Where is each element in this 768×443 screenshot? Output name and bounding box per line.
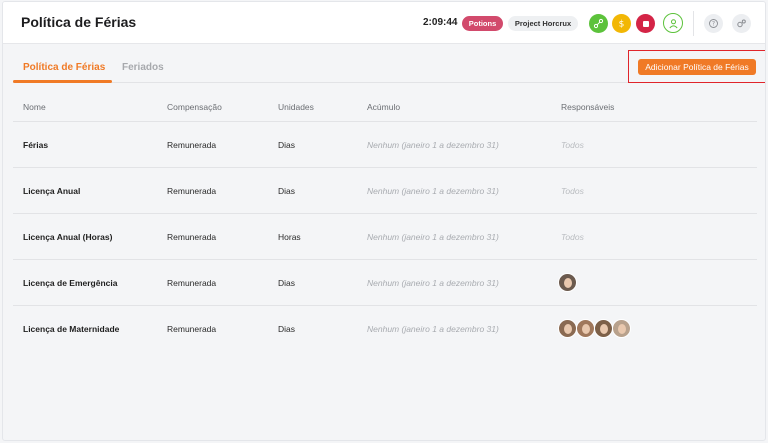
- avatar[interactable]: [558, 319, 577, 338]
- stop-icon[interactable]: [636, 14, 655, 33]
- tab-politica-de-ferias[interactable]: Política de Férias: [23, 62, 105, 73]
- table-header: Nome Compensação Unidades Acúmulo Respon…: [13, 90, 757, 122]
- row-units: Horas: [278, 232, 301, 242]
- row-compensation: Remunerada: [167, 140, 217, 150]
- row-accrual: Nenhum (janeiro 1 a dezembro 31): [367, 140, 499, 150]
- avatar[interactable]: [576, 319, 595, 338]
- avatar-face: [600, 324, 608, 334]
- header-unidades[interactable]: Unidades: [278, 102, 314, 112]
- avatar[interactable]: [558, 273, 577, 292]
- row-compensation: Remunerada: [167, 186, 217, 196]
- table-row[interactable]: Licença Anual (Horas) Remunerada Horas Nenh…: [13, 214, 757, 260]
- responsible-avatars: [558, 319, 631, 338]
- row-name[interactable]: Licença Anual (Horas): [23, 232, 112, 242]
- row-accrual: Nenhum (janeiro 1 a dezembro 31): [367, 186, 499, 196]
- responsible-avatars: [558, 273, 577, 292]
- table-body: Férias Remunerada Dias Nenhum (janeiro 1 a …: [13, 122, 757, 352]
- policy-table: Nome Compensação Unidades Acúmulo Respon…: [13, 90, 757, 352]
- row-responsible: Todos: [561, 232, 584, 242]
- tab-feriados[interactable]: Feriados: [122, 62, 164, 73]
- header-divider: [693, 11, 694, 36]
- row-name[interactable]: Férias: [23, 140, 48, 150]
- row-accrual: Nenhum (janeiro 1 a dezembro 31): [367, 232, 499, 242]
- project-icon[interactable]: [589, 14, 608, 33]
- svg-text:?: ?: [712, 21, 715, 28]
- row-compensation: Remunerada: [167, 324, 217, 334]
- app-window: Política de Férias 2:09:44 Potions Proje…: [2, 1, 766, 441]
- row-units: Dias: [278, 186, 296, 196]
- user-icon[interactable]: [663, 13, 683, 33]
- top-bar: Política de Férias 2:09:44 Potions Proje…: [3, 2, 765, 44]
- settings-icon[interactable]: [732, 14, 751, 33]
- avatar-face: [564, 278, 572, 288]
- avatar-face: [564, 324, 572, 334]
- table-row[interactable]: Licença de Emergência Remunerada Dias Nenhu…: [13, 260, 757, 306]
- table-row[interactable]: Licença de Maternidade Remunerada Dias Nenh…: [13, 306, 757, 352]
- add-policy-button[interactable]: Adicionar Política de Férias: [638, 59, 756, 75]
- avatar-face: [618, 324, 626, 334]
- project-horcrux-tag[interactable]: Project Horcrux: [508, 16, 578, 31]
- row-compensation: Remunerada: [167, 232, 217, 242]
- row-units: Dias: [278, 324, 296, 334]
- table-row[interactable]: Férias Remunerada Dias Nenhum (janeiro 1 a …: [13, 122, 757, 168]
- row-name[interactable]: Licença de Maternidade: [23, 324, 119, 334]
- help-icon[interactable]: ?: [704, 14, 723, 33]
- row-units: Dias: [278, 140, 296, 150]
- row-accrual: Nenhum (janeiro 1 a dezembro 31): [367, 324, 499, 334]
- table-row[interactable]: Licença Anual Remunerada Dias Nenhum (janei…: [13, 168, 757, 214]
- header-acumulo[interactable]: Acúmulo: [367, 102, 400, 112]
- header-nome[interactable]: Nome: [23, 102, 46, 112]
- potions-tag[interactable]: Potions: [462, 16, 503, 31]
- row-compensation: Remunerada: [167, 278, 217, 288]
- row-units: Dias: [278, 278, 296, 288]
- row-responsible: Todos: [561, 186, 584, 196]
- header-compensacao[interactable]: Compensação: [167, 102, 222, 112]
- svg-text:$: $: [619, 20, 625, 30]
- header-responsaveis[interactable]: Responsáveis: [561, 102, 614, 112]
- avatar-face: [582, 324, 590, 334]
- page-title: Política de Férias: [21, 14, 137, 30]
- active-tab-indicator: [13, 80, 112, 83]
- avatar[interactable]: [594, 319, 613, 338]
- row-name[interactable]: Licença Anual: [23, 186, 80, 196]
- row-accrual: Nenhum (janeiro 1 a dezembro 31): [367, 278, 499, 288]
- row-name[interactable]: Licença de Emergência: [23, 278, 118, 288]
- coin-icon[interactable]: $: [612, 14, 631, 33]
- avatar[interactable]: [612, 319, 631, 338]
- timer: 2:09:44: [423, 17, 458, 28]
- row-responsible: Todos: [561, 140, 584, 150]
